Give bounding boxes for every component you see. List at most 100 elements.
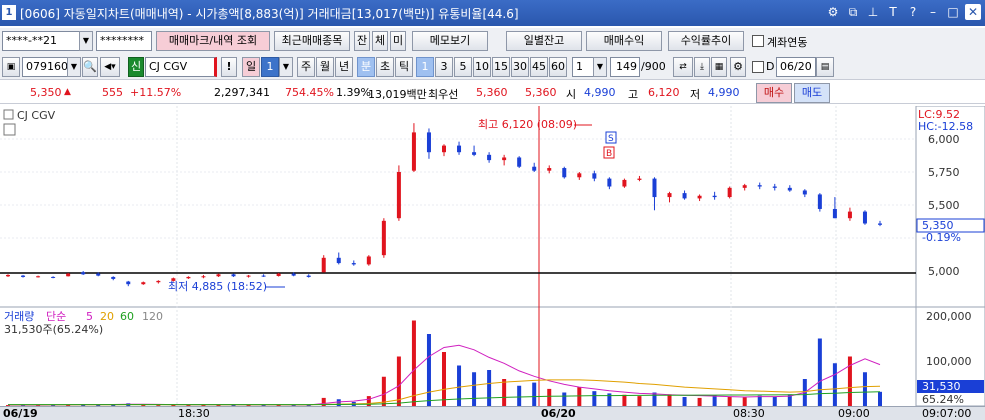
low-annotation: 최저 4,885 (18:52) (168, 280, 267, 293)
candle-body (817, 194, 822, 209)
candle-body (366, 256, 371, 265)
maximize-icon[interactable]: □ (945, 4, 961, 20)
account-link-checkbox[interactable] (752, 35, 764, 47)
y-tick-5000: 5,000 (928, 265, 960, 278)
volume-bar (562, 392, 567, 406)
recent-trades-button[interactable]: 최근매매종목 (274, 31, 350, 51)
stock-code-input[interactable]: 079160 (22, 57, 68, 77)
sell-button[interactable]: 매도 (794, 83, 830, 103)
unfilled-button[interactable]: 미 (390, 31, 406, 51)
low-label: 저 (690, 88, 701, 101)
volume-bar (517, 385, 522, 406)
trade-profit-button[interactable]: 매매수익 (586, 31, 662, 51)
daily-balance-button[interactable]: 일별잔고 (506, 31, 582, 51)
volume-bar (682, 397, 687, 406)
candle-body (36, 276, 41, 278)
date-input[interactable]: 06/20 (776, 57, 816, 77)
stock-name-field[interactable]: CJ CGV (145, 57, 217, 77)
x-tick-0900: 09:00 (838, 407, 870, 420)
volume-bar (442, 352, 446, 406)
password-input[interactable]: ******** (96, 31, 152, 51)
price-chart[interactable]: CJ CGV 최고 6,120 (08:09) 최저 4,885 (18:52)… (0, 106, 985, 406)
volume-bar (832, 363, 837, 406)
volume-summary: 31,530주(65.24%) (4, 323, 103, 336)
candle-body (186, 276, 191, 279)
interval-45[interactable]: 45 (530, 57, 548, 77)
date-label: D (766, 60, 775, 73)
account-input[interactable]: ****-**21 (2, 31, 80, 51)
candle-body (141, 282, 146, 285)
toolbar-account: ****-**21 ▼ ******** 매매마크/내역 조회 최근매매종목 잔… (0, 28, 985, 54)
buy-button[interactable]: 매수 (756, 83, 792, 103)
volume-bar (396, 356, 401, 406)
search-icon[interactable]: 🔍 (82, 57, 98, 77)
period-week[interactable]: 주 (297, 57, 315, 77)
period-minute[interactable]: 분 (357, 57, 375, 77)
ma60-label: 60 (120, 310, 134, 323)
trade-mark-query-button[interactable]: 매매마크/내역 조회 (156, 31, 270, 51)
interval-5[interactable]: 5 (454, 57, 472, 77)
save-icon[interactable]: ▦ (711, 57, 727, 77)
quote-bar: 5,350 ▲ 555 +11.57% 2,297,341 754.45% 1.… (0, 82, 985, 104)
account-dropdown-arrow[interactable]: ▼ (79, 31, 93, 51)
indicator-icon[interactable]: ⤓ (694, 57, 710, 77)
candle-body (592, 173, 597, 179)
pin-icon[interactable]: ⊥ (865, 4, 881, 20)
window-number: 1 (2, 5, 16, 20)
gear-icon[interactable]: ⚙ (730, 57, 746, 77)
daily-count-dropdown-arrow[interactable]: ▼ (279, 57, 293, 77)
date-checkbox[interactable] (752, 61, 764, 73)
daily-button[interactable]: 일 (242, 57, 260, 77)
candle-body (126, 281, 131, 285)
candle-body (396, 172, 401, 219)
interval-60[interactable]: 60 (549, 57, 567, 77)
minimize-icon[interactable]: – (925, 4, 941, 20)
candle-body (472, 152, 477, 155)
layout-icon[interactable]: ▣ (2, 57, 20, 77)
speaker-icon[interactable]: ◀▾ (100, 57, 120, 77)
candle-body (802, 190, 807, 195)
candle-body (607, 178, 612, 187)
volume-bar (817, 338, 822, 406)
period-year[interactable]: 년 (335, 57, 353, 77)
settings-icon[interactable]: ⚙ (825, 4, 841, 20)
alert-button[interactable]: ! (221, 57, 237, 77)
daily-count-button[interactable]: 1 (261, 57, 279, 77)
count-total: /900 (641, 60, 666, 73)
restore-icon[interactable]: ⧉ (845, 4, 861, 20)
interval-30[interactable]: 30 (511, 57, 529, 77)
interval-1[interactable]: 1 (416, 57, 434, 77)
code-dropdown-arrow[interactable]: ▼ (67, 57, 81, 77)
price-change: 555 (102, 86, 123, 99)
period-month[interactable]: 월 (316, 57, 334, 77)
yield-trend-button[interactable]: 수익률추이 (668, 31, 744, 51)
window-controls: ⚙ ⧉ ⊥ T ? – □ ✕ (825, 4, 981, 20)
filled-button[interactable]: 체 (372, 31, 388, 51)
volume-bar (727, 396, 732, 406)
balance-button[interactable]: 잔 (354, 31, 370, 51)
candle-body (667, 193, 672, 198)
period-tick[interactable]: 틱 (395, 57, 413, 77)
interval-15[interactable]: 15 (492, 57, 510, 77)
count-input[interactable]: 149 (610, 57, 640, 77)
candle-body (381, 220, 386, 256)
calendar-icon[interactable]: ▤ (816, 57, 834, 77)
count-select[interactable]: 1 (572, 57, 594, 77)
interval-3[interactable]: 3 (435, 57, 453, 77)
x-tick-0830: 08:30 (733, 407, 765, 420)
count-dropdown-arrow[interactable]: ▼ (593, 57, 607, 77)
help-icon[interactable]: ? (905, 4, 921, 20)
candle-body (66, 273, 71, 277)
current-volume-label: 31,530 (922, 380, 961, 393)
candle-body (156, 280, 161, 283)
candle-body (757, 185, 762, 187)
font-icon[interactable]: T (885, 4, 901, 20)
interval-10[interactable]: 10 (473, 57, 491, 77)
compare-icon[interactable]: ⇄ (673, 57, 693, 77)
candle-body (862, 211, 867, 224)
close-icon[interactable]: ✕ (965, 4, 981, 20)
candle-body (336, 257, 341, 264)
period-second[interactable]: 초 (376, 57, 394, 77)
x-tick-0620: 06/20 (541, 407, 576, 420)
memo-view-button[interactable]: 메모보기 (412, 31, 488, 51)
